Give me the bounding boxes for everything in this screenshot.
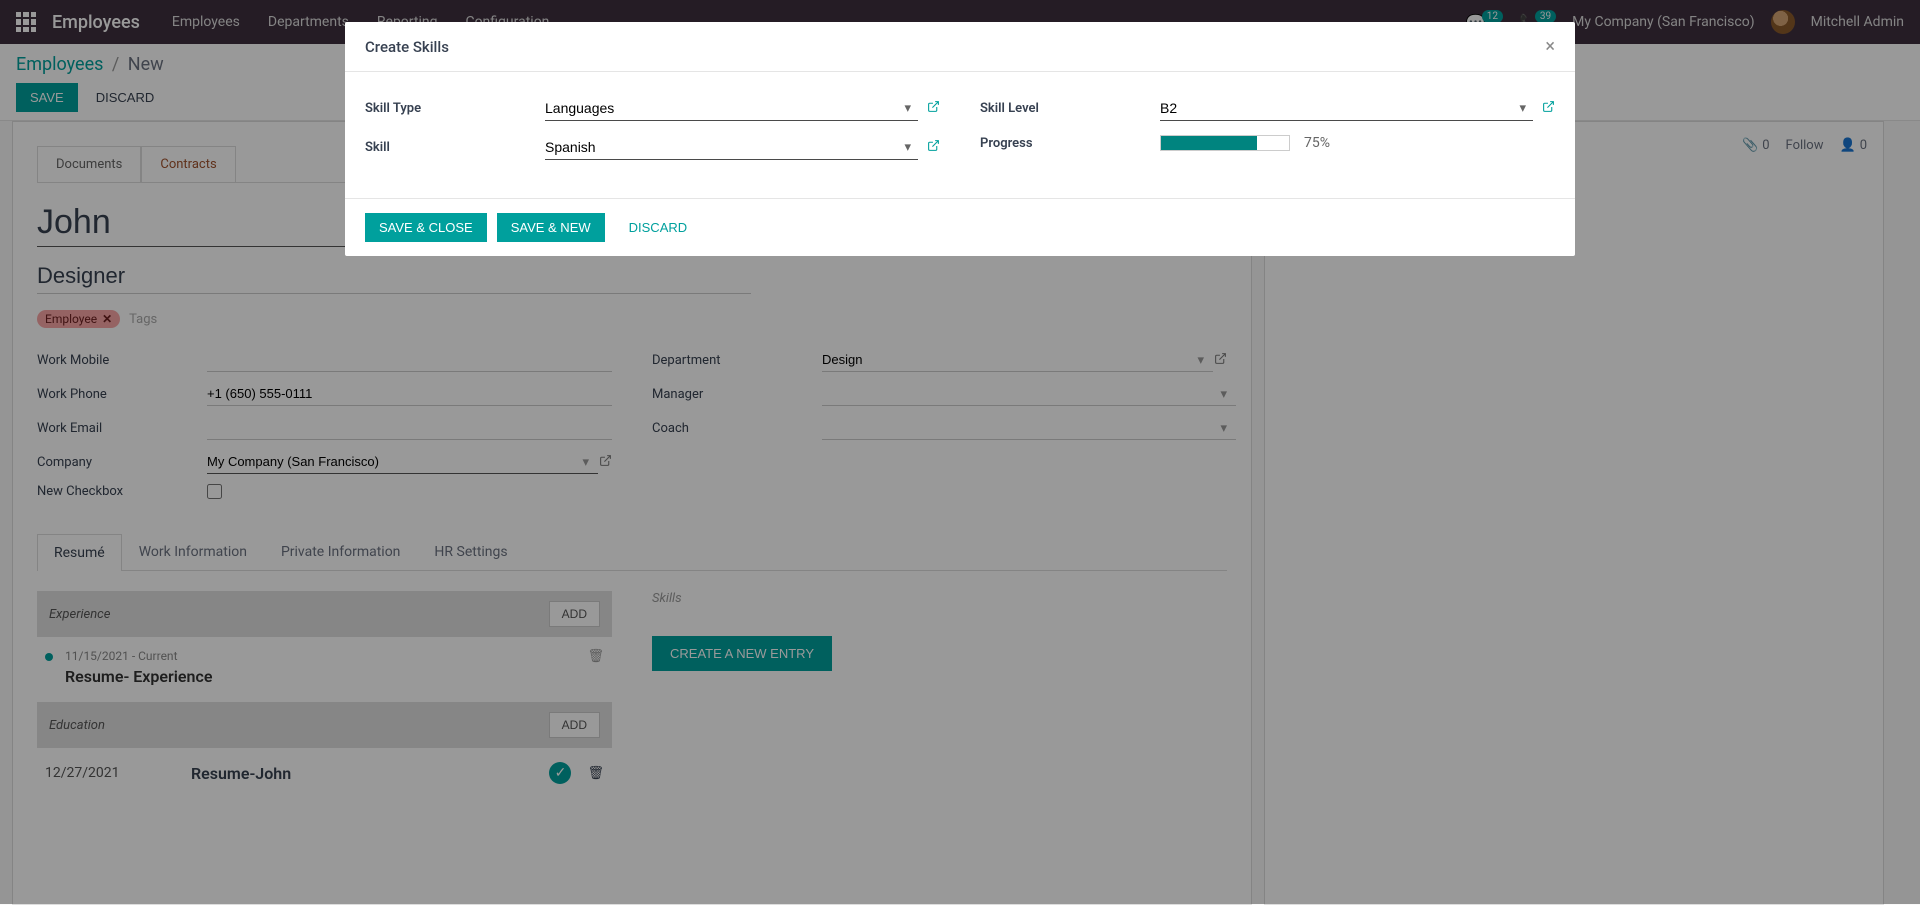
save-close-button[interactable]: SAVE & CLOSE bbox=[365, 213, 487, 242]
skill-type-input[interactable] bbox=[545, 96, 918, 121]
external-link-icon[interactable] bbox=[1542, 100, 1555, 117]
create-skills-modal: Create Skills × Skill Type ▾ Skill ▾ bbox=[345, 22, 1575, 256]
modal-discard-button[interactable]: DISCARD bbox=[615, 213, 702, 242]
save-new-button[interactable]: SAVE & NEW bbox=[497, 213, 605, 242]
progress-bar bbox=[1160, 135, 1290, 151]
skill-label: Skill bbox=[365, 140, 545, 155]
modal-title: Create Skills bbox=[365, 38, 449, 56]
external-link-icon[interactable] bbox=[927, 139, 940, 156]
progress-value: 75% bbox=[1304, 135, 1330, 151]
close-icon[interactable]: × bbox=[1545, 36, 1555, 57]
external-link-icon[interactable] bbox=[927, 100, 940, 117]
progress-label: Progress bbox=[980, 136, 1160, 151]
skill-level-input[interactable] bbox=[1160, 96, 1533, 121]
skill-type-label: Skill Type bbox=[365, 101, 545, 116]
modal-overlay: Create Skills × Skill Type ▾ Skill ▾ bbox=[0, 0, 1920, 904]
skill-level-label: Skill Level bbox=[980, 101, 1160, 116]
skill-input[interactable] bbox=[545, 135, 918, 160]
